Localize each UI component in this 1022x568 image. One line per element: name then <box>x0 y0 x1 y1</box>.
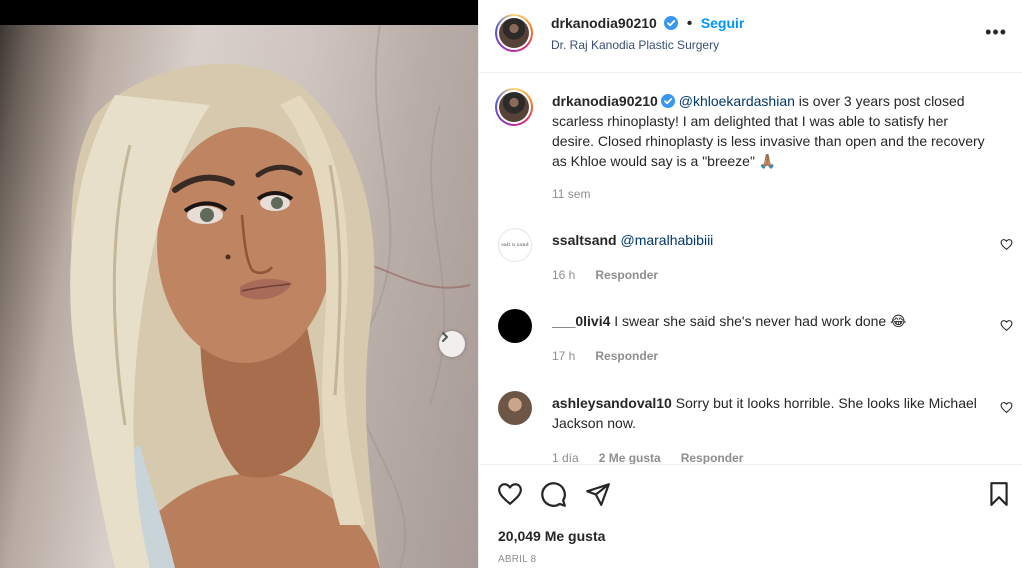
comment-text: ssaltsand @maralhabibiii <box>552 230 992 250</box>
comment-meta: 16 h Responder <box>552 268 658 282</box>
heart-icon[interactable] <box>496 481 524 507</box>
commenter-avatar[interactable] <box>498 391 532 425</box>
caption-username[interactable]: drkanodia90210 <box>552 93 658 109</box>
comment-text: ashleysandoval10 Sorry but it looks horr… <box>552 393 992 433</box>
comment-body: I swear she said she's never had work do… <box>610 313 907 329</box>
likes-count[interactable]: 20,049 Me gusta <box>498 528 605 544</box>
comment-username[interactable]: ashleysandoval10 <box>552 395 672 411</box>
avatar-logo-text: salt n sand <box>501 242 529 248</box>
comment-time[interactable]: 1 día <box>552 451 579 464</box>
post-actions: 20,049 Me gusta ABRIL 8 <box>479 464 1022 568</box>
heart-icon[interactable] <box>1000 319 1013 332</box>
commenter-avatar[interactable]: salt n sand <box>498 228 532 262</box>
caption-avatar[interactable] <box>495 88 533 126</box>
next-photo-button[interactable] <box>439 331 465 357</box>
follow-button[interactable]: Seguir <box>701 15 745 31</box>
comment-username[interactable]: ___0livi4 <box>552 313 610 329</box>
comment-meta: 1 día 2 Me gusta Responder <box>552 451 743 464</box>
commenter-avatar[interactable] <box>498 309 532 343</box>
author-avatar[interactable] <box>495 14 533 52</box>
heart-icon[interactable] <box>1000 238 1013 251</box>
comment-mention[interactable]: @maralhabibiii <box>620 232 713 248</box>
heart-icon[interactable] <box>1000 401 1013 414</box>
post-date[interactable]: ABRIL 8 <box>498 554 536 565</box>
more-options-icon[interactable]: ••• <box>985 22 1007 43</box>
author-subtitle[interactable]: Dr. Raj Kanodia Plastic Surgery <box>551 38 719 52</box>
portrait-illustration <box>70 25 471 568</box>
verified-icon <box>660 94 675 108</box>
comment-time[interactable]: 16 h <box>552 268 575 282</box>
comment-icon[interactable] <box>540 481 567 508</box>
comment-text: ___0livi4 I swear she said she's never h… <box>552 311 992 331</box>
verified-icon <box>664 16 679 30</box>
comment-likes[interactable]: 2 Me gusta <box>599 451 661 464</box>
comment-username[interactable]: ssaltsand <box>552 232 617 248</box>
header-name-row: drkanodia90210 • Seguir <box>551 15 744 33</box>
post-header: drkanodia90210 • Seguir Dr. Raj Kanodia … <box>479 0 1022 73</box>
post-media <box>0 0 478 568</box>
separator-dot: • <box>686 15 693 32</box>
post-side-panel: drkanodia90210 • Seguir Dr. Raj Kanodia … <box>478 0 1022 568</box>
caption-mention[interactable]: @khloekardashian <box>679 93 795 109</box>
bookmark-icon[interactable] <box>988 481 1010 507</box>
reply-button[interactable]: Responder <box>681 451 744 464</box>
caption-text: drkanodia90210 @khloekardashian is over … <box>552 91 992 171</box>
caption-time[interactable]: 11 sem <box>552 187 590 201</box>
post-photo <box>0 25 478 568</box>
reply-button[interactable]: Responder <box>595 349 658 363</box>
share-icon[interactable] <box>585 481 611 507</box>
comment-time[interactable]: 17 h <box>552 349 575 363</box>
comment-meta: 17 h Responder <box>552 349 658 363</box>
reply-button[interactable]: Responder <box>595 268 658 282</box>
author-username[interactable]: drkanodia90210 <box>551 15 657 31</box>
chevron-right-icon <box>442 332 448 342</box>
comments-scroll-area[interactable]: drkanodia90210 @khloekardashian is over … <box>479 74 1022 464</box>
